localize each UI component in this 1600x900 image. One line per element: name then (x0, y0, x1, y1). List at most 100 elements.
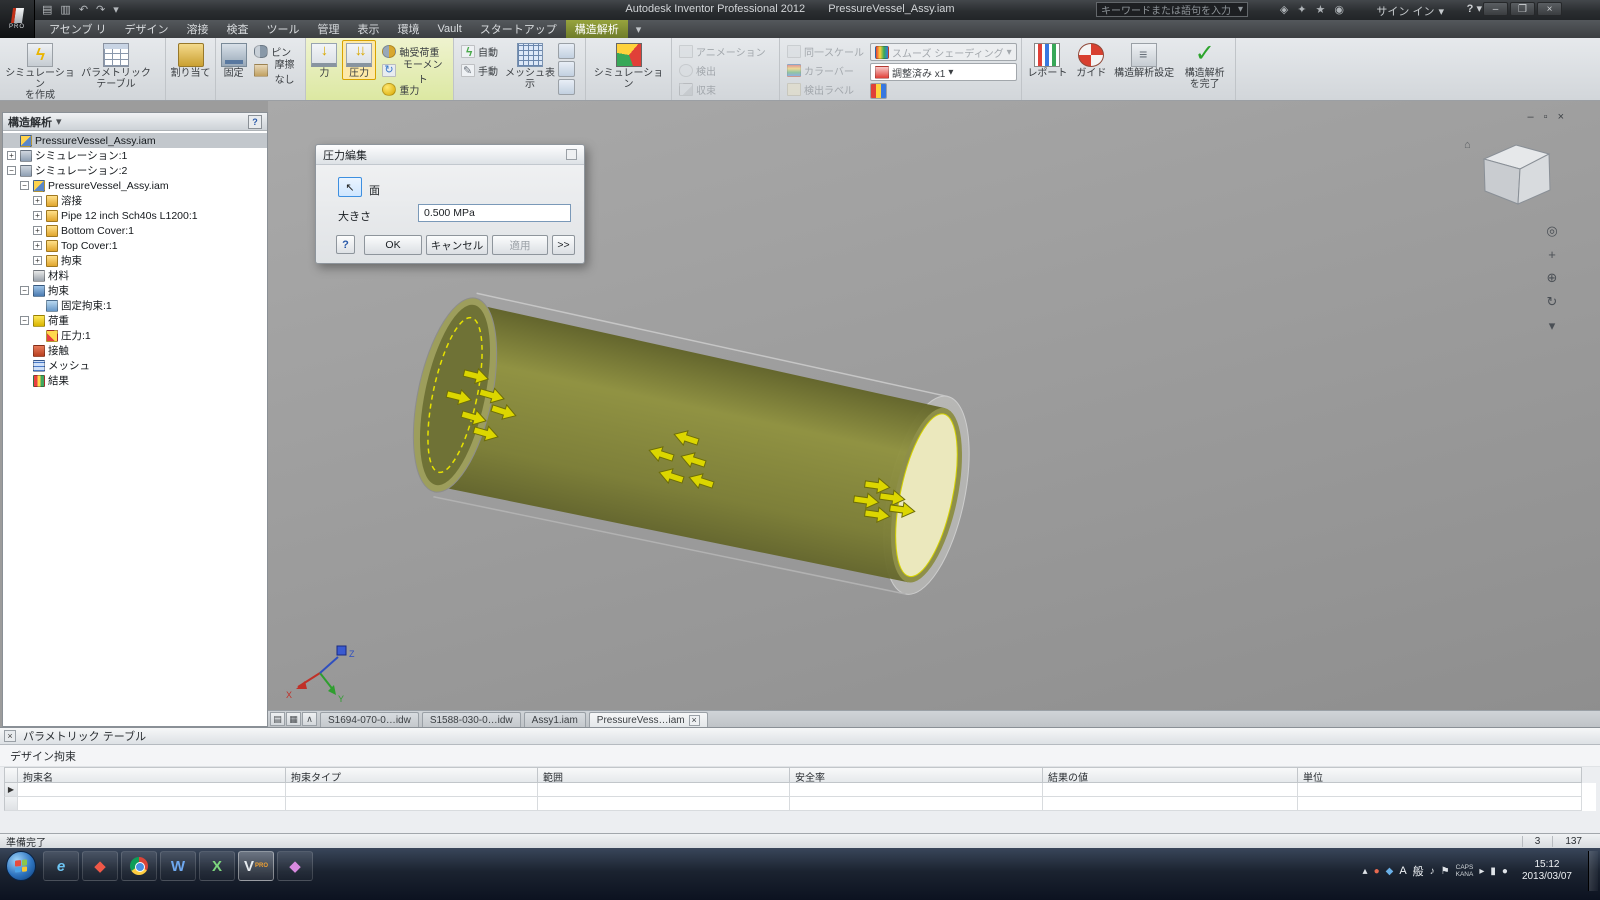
save-icon[interactable]: ▥ (60, 3, 70, 16)
action-center-icon[interactable]: ● (1374, 866, 1380, 877)
taskbar-app-word[interactable]: W (160, 851, 196, 881)
doc-restore-icon[interactable]: ▫ (1544, 111, 1548, 123)
minimize-button[interactable]: – (1483, 2, 1508, 16)
taskbar-app-inventor[interactable]: V PRO (238, 851, 274, 881)
ok-button[interactable]: OK (364, 235, 422, 255)
doc-close-icon[interactable]: × (1558, 111, 1564, 123)
table-cell[interactable] (1043, 797, 1298, 811)
tree-item[interactable]: 圧力:1 (3, 328, 267, 343)
displacement-scale-dropdown[interactable]: 調整済み x1 ▾ (870, 63, 1017, 81)
table-cell[interactable] (18, 783, 286, 797)
ribbon-tab[interactable]: Vault (429, 20, 471, 38)
ribbon-tab[interactable]: 管理 (309, 20, 349, 38)
mesh-table-icon[interactable] (558, 79, 575, 95)
tree-expand-icon[interactable]: − (7, 166, 16, 175)
search-dropdown-icon[interactable]: ▾ (1238, 4, 1243, 15)
start-button[interactable] (6, 851, 36, 881)
pressure-load-button[interactable]: 圧力 (341, 40, 377, 80)
gravity-load-button[interactable]: 重力 (378, 80, 450, 99)
browser-header[interactable]: 構造解析 ▾ ? (3, 113, 267, 131)
browser-help-button[interactable]: ? (248, 114, 262, 129)
magnitude-input[interactable]: 0.500 MPa (418, 204, 571, 222)
tray-app-icon[interactable]: ◆ (1386, 866, 1394, 877)
minmax-display-icon[interactable] (870, 83, 887, 99)
ribbon-tab[interactable]: 環境 (389, 20, 429, 38)
table-cell[interactable] (18, 797, 286, 811)
pan-icon[interactable]: + (1544, 247, 1560, 262)
parametric-table-button[interactable]: パラメトリック テーブル (79, 40, 153, 91)
column-header[interactable]: 結果の値 (1043, 767, 1298, 783)
taskbar-app-5[interactable]: X (199, 851, 235, 881)
tree-expand-icon[interactable]: + (33, 226, 42, 235)
ribbon-display-toggle-icon[interactable]: ▾ (628, 20, 650, 38)
network-icon[interactable]: ● (1502, 866, 1508, 877)
split-view-icon[interactable]: ▦ (286, 712, 301, 726)
table-cell[interactable] (1298, 783, 1582, 797)
dialog-help-button[interactable]: ? (336, 235, 355, 254)
analysis-settings-button[interactable]: 構造解析設定 (1113, 40, 1175, 80)
table-cell[interactable] (286, 783, 538, 797)
taskbar-app-internet-explorer[interactable]: e (43, 851, 79, 881)
shading-style-dropdown[interactable]: スムーズ シェーディング ▾ (870, 43, 1017, 61)
fixed-constraint-button[interactable]: 固定 (219, 40, 248, 80)
qat-dropdown-icon[interactable]: ▾ (113, 3, 119, 16)
tree-item[interactable]: + Pipe 12 inch Sch40s L1200:1 (3, 208, 267, 223)
frictionless-constraint-button[interactable]: 摩擦なし (250, 60, 302, 86)
dialog-pin-icon[interactable] (566, 149, 577, 160)
moment-load-button[interactable]: モーメント (378, 60, 450, 86)
close-panel-icon[interactable]: × (4, 730, 16, 742)
ribbon-tab[interactable]: アセンブ リ (40, 20, 116, 38)
tree-item[interactable]: 材料 (3, 268, 267, 283)
apply-button[interactable]: 適用 (492, 235, 548, 255)
column-header[interactable]: 単位 (1298, 767, 1582, 783)
tree-expand-icon[interactable]: + (33, 256, 42, 265)
show-desktop-button[interactable] (1588, 851, 1598, 891)
doc-minimize-icon[interactable]: – (1528, 111, 1534, 123)
dialog-titlebar[interactable]: 圧力編集 (316, 145, 584, 165)
ribbon-tab[interactable]: 表示 (349, 20, 389, 38)
help-button[interactable]: ? ▾ (1467, 2, 1482, 15)
undo-icon[interactable]: ↶ (79, 3, 88, 16)
auto-contact-button[interactable]: 自動 (457, 42, 502, 61)
tree-expand-icon[interactable]: + (33, 241, 42, 250)
ribbon-tab[interactable]: ツール (258, 20, 309, 38)
tree-item[interactable]: + 拘束 (3, 253, 267, 268)
close-tab-icon[interactable]: × (688, 714, 700, 726)
face-select-button[interactable]: ↖ (338, 177, 362, 197)
table-cell[interactable] (790, 783, 1043, 797)
table-cell[interactable] (1298, 797, 1582, 811)
taskbar-app-chrome[interactable] (121, 851, 157, 881)
model-view-icon[interactable]: ▤ (270, 712, 285, 726)
tree-item[interactable]: + Top Cover:1 (3, 238, 267, 253)
ribbon-tab[interactable]: デザイン (116, 20, 178, 38)
ribbon-tab[interactable]: スタートアップ (471, 20, 566, 38)
expand-panel-icon[interactable]: ∧ (302, 712, 317, 726)
cancel-button[interactable]: キャンセル (426, 235, 488, 255)
tree-expand-icon[interactable]: + (33, 196, 42, 205)
taskbar-clock[interactable]: 15:12 2013/03/07 (1514, 859, 1580, 883)
tree-item[interactable]: PressureVessel_Assy.iam (3, 133, 267, 148)
tree-item[interactable]: − 拘束 (3, 283, 267, 298)
ribbon-tab[interactable]: 検査 (218, 20, 258, 38)
table-cell[interactable] (286, 797, 538, 811)
view-cube[interactable]: ⌂ (1464, 139, 1551, 205)
steering-wheel-icon[interactable]: ◎ (1544, 223, 1560, 239)
favorites-icon[interactable]: ★ (1316, 3, 1326, 16)
navbar-more-icon[interactable]: ▾ (1544, 318, 1560, 334)
tray-play-icon[interactable]: ▸ (1479, 866, 1484, 877)
column-header[interactable]: 範囲 (538, 767, 790, 783)
tree-item[interactable]: 結果 (3, 373, 267, 388)
table-cell[interactable] (538, 783, 790, 797)
tree-expand-icon[interactable]: + (33, 211, 42, 220)
tree-item[interactable]: + Bottom Cover:1 (3, 223, 267, 238)
ribbon-tab[interactable]: 構造解析 (565, 20, 628, 38)
force-load-button[interactable]: 力 (309, 40, 340, 80)
simulate-button[interactable]: シミュレーション (589, 40, 668, 91)
ime-language-indicator[interactable]: A (1399, 865, 1406, 877)
column-header[interactable]: 安全率 (790, 767, 1043, 783)
color-bar-button[interactable]: カラーバー (783, 61, 868, 80)
tray-flag-icon[interactable]: ⚑ (1441, 866, 1450, 877)
taskbar-app-2[interactable]: ◆ (82, 851, 118, 881)
show-hidden-icons[interactable]: ▴ (1363, 866, 1368, 877)
close-button[interactable]: × (1537, 2, 1562, 16)
